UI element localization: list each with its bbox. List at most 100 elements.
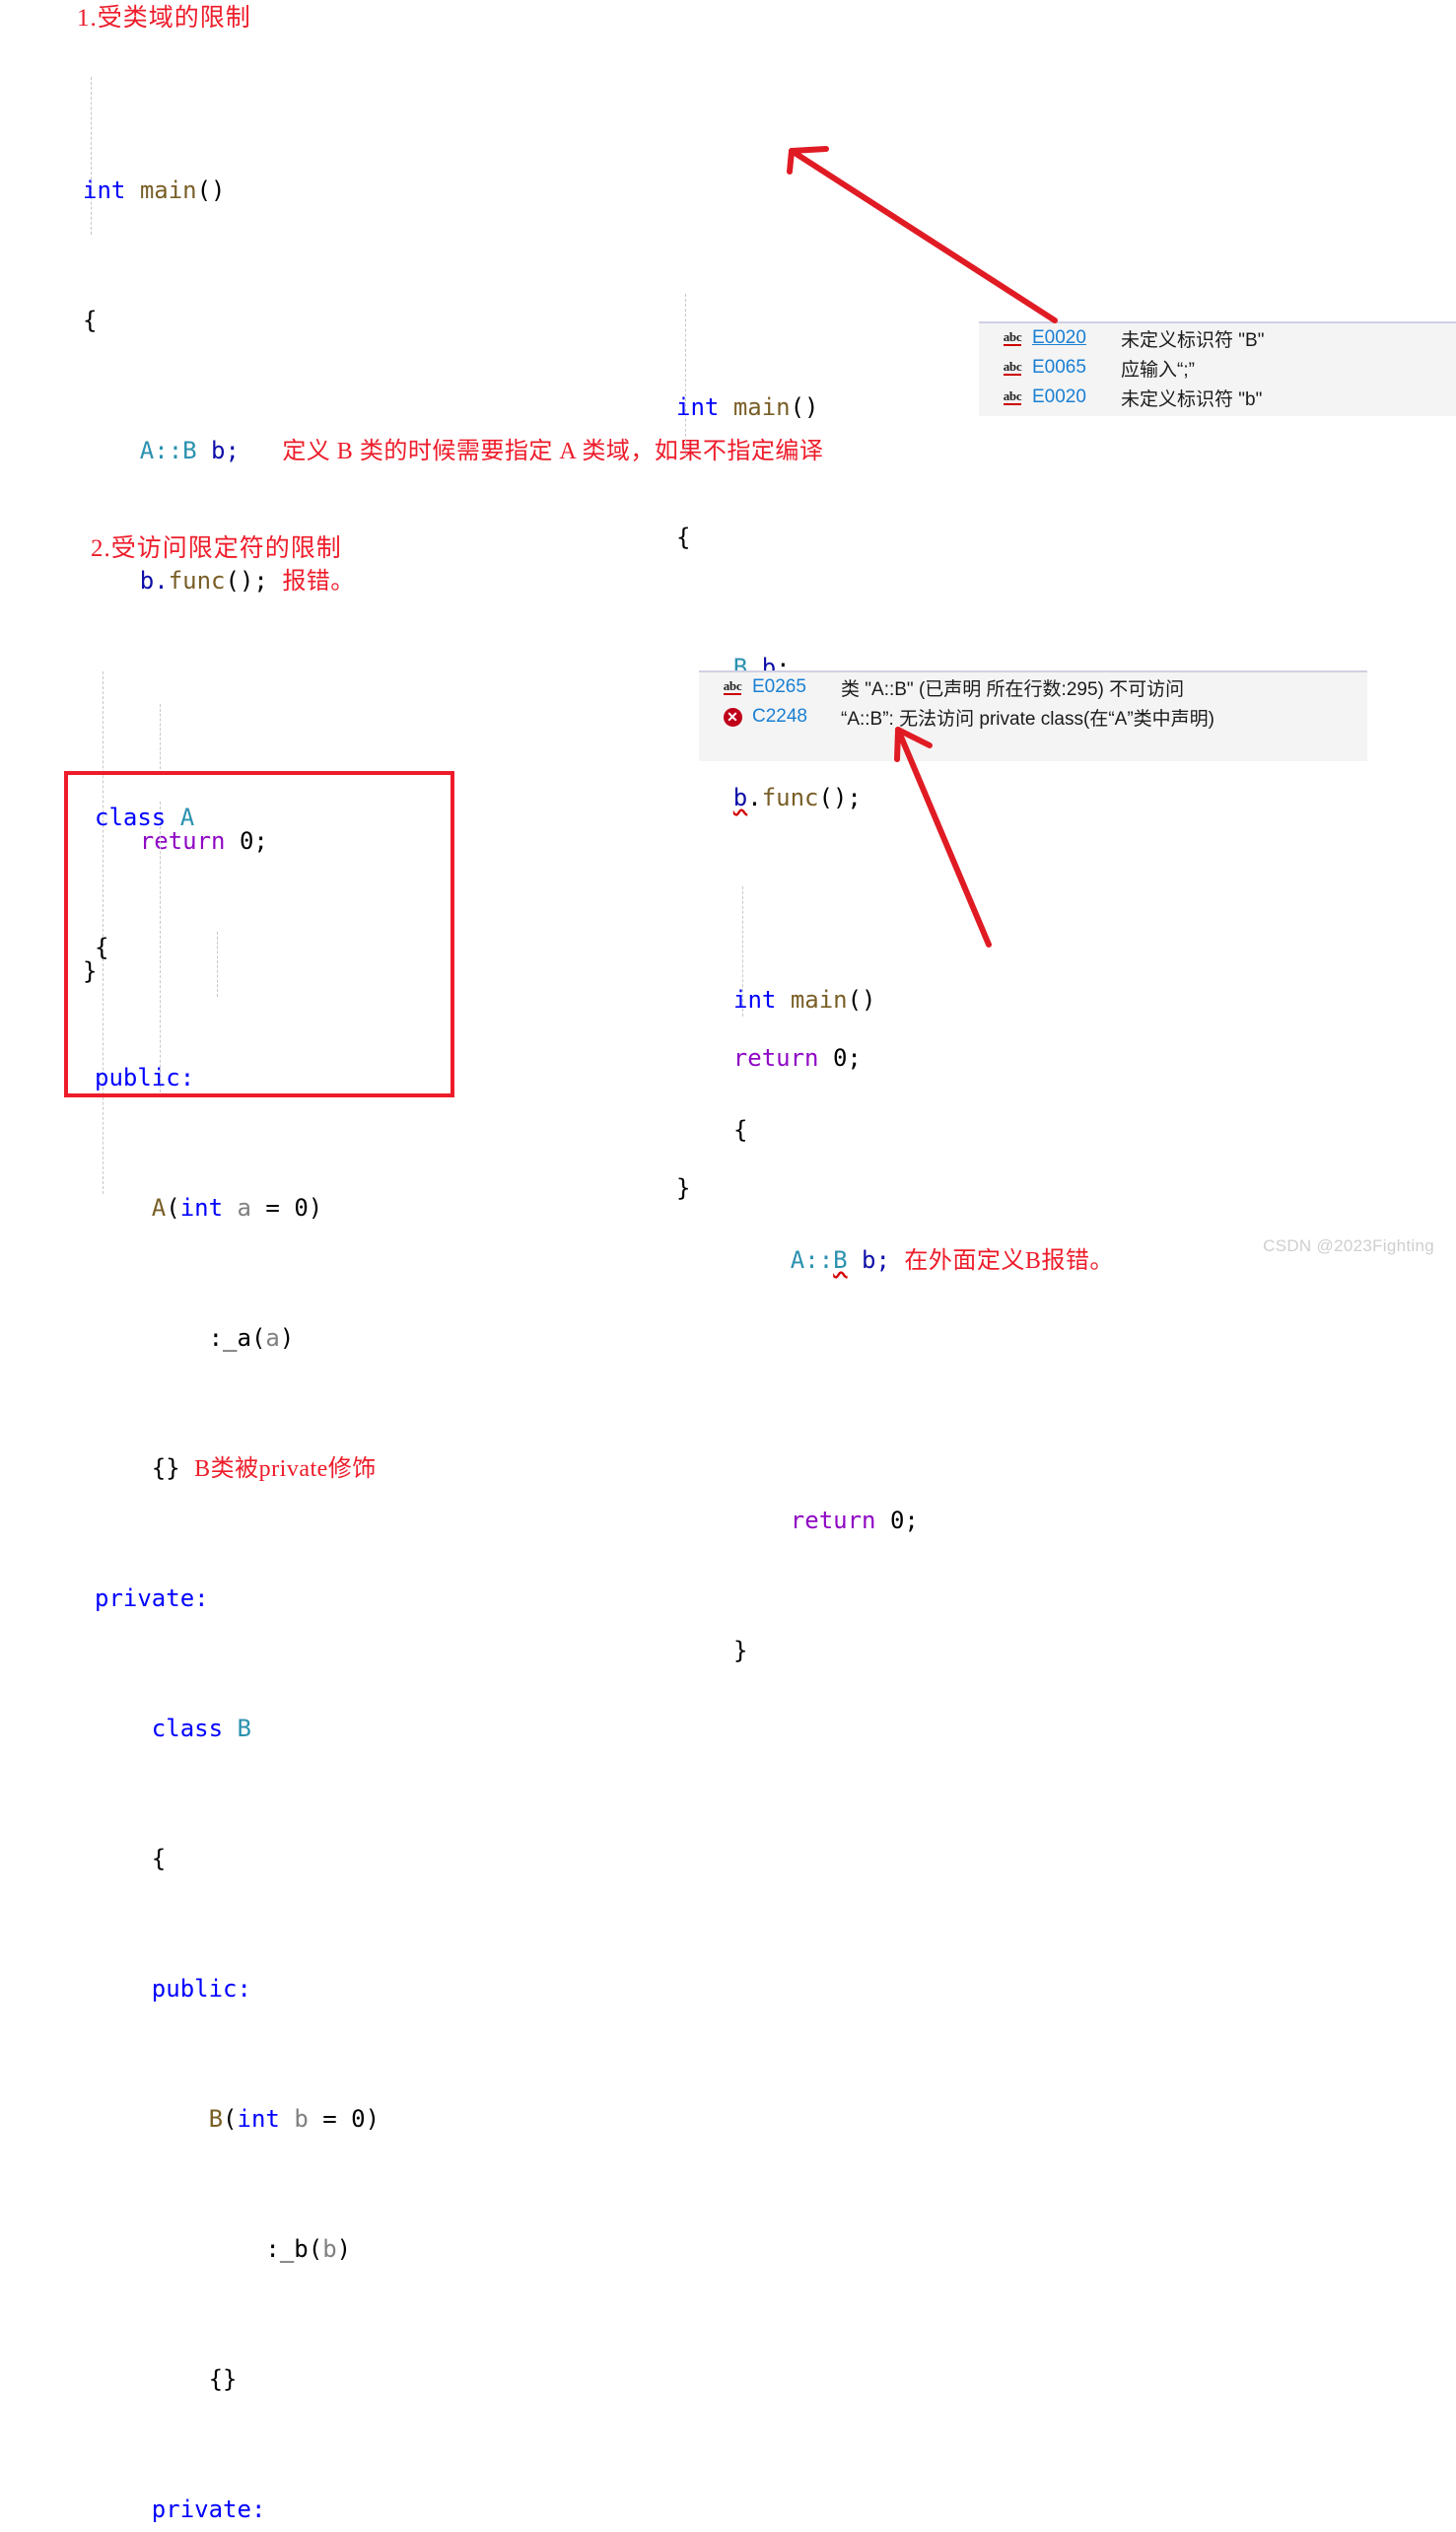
watermark: CSDN @2023Fighting: [1263, 1236, 1434, 1255]
token-brace-open: {: [95, 934, 109, 961]
error-code[interactable]: C2248: [752, 706, 841, 728]
code-line: B(int b = 0): [95, 2103, 380, 2136]
token-brace-close: }: [676, 1174, 691, 1202]
token-return: return: [790, 1507, 876, 1534]
error-code[interactable]: E0020: [1032, 327, 1121, 349]
token-func: func: [761, 784, 819, 811]
abc-icon: abc: [1003, 359, 1022, 376]
error-message: 类 "A::B" (已声明 所在行数:295) 不可访问: [841, 678, 1185, 700]
code-line: int main(): [733, 984, 1114, 1017]
token-param-b: b: [294, 2105, 309, 2133]
token-arg-b: b: [322, 2235, 337, 2263]
token-paren: (): [790, 393, 819, 421]
error-row[interactable]: abc E0265 类 "A::B" (已声明 所在行数:295) 不可访问: [699, 672, 1367, 702]
indent-guide: [91, 77, 92, 235]
token-private: private:: [151, 2496, 266, 2523]
code-line: return 0;: [733, 1505, 1114, 1537]
token-init-a: :_a(: [208, 1324, 266, 1352]
error-message: 未定义标识符 "B": [1121, 329, 1265, 351]
token-param-a: a: [237, 1194, 251, 1222]
token-int: int: [237, 2105, 280, 2133]
token-main: main: [790, 986, 848, 1014]
section-heading-2: 2.受访问限定符的限制: [91, 535, 342, 562]
error-code[interactable]: E0265: [752, 676, 841, 698]
code-line: int main(): [83, 175, 823, 207]
token-equals: =: [250, 1194, 295, 1222]
error-tooltip-undefined-identifier[interactable]: abc E0020 未定义标识符 "B" abc E0065 应输入“;” ab…: [979, 321, 1456, 416]
token-paren-close: ): [336, 2235, 352, 2263]
code-line: private:: [95, 2494, 380, 2526]
token-int: int: [733, 986, 777, 1014]
token-func-paren: ();: [818, 784, 862, 811]
error-code[interactable]: E0020: [1032, 387, 1121, 408]
token-class: class: [95, 804, 167, 831]
token-brace-close: }: [733, 1637, 748, 1664]
error-message: “A::B”: 无法访问 private class(在“A”类中声明): [841, 708, 1214, 730]
token-public: public:: [151, 1975, 251, 2003]
token-int: int: [179, 1194, 224, 1222]
code-line: {} B类被private修饰: [95, 1452, 380, 1485]
token-b-type-error: B: [833, 1246, 848, 1274]
code-line: int main(): [676, 391, 862, 424]
token-b-var: b;: [211, 437, 240, 464]
error-row[interactable]: abc E0065 应输入“;”: [979, 353, 1456, 383]
code-line: public:: [95, 1062, 380, 1094]
error-tooltip-inaccessible-class[interactable]: abc E0265 类 "A::B" (已声明 所在行数:295) 不可访问 ✕…: [699, 670, 1367, 761]
token-paren: (): [847, 986, 876, 1014]
token-public: public:: [95, 1064, 195, 1091]
code-line: {}: [95, 2363, 380, 2396]
token-brace-open: {: [151, 1845, 167, 1872]
code-line: {: [733, 1114, 1114, 1147]
token-ctor-a: A: [151, 1194, 167, 1222]
error-message: 未定义标识符 "b": [1121, 388, 1263, 410]
token-class: class: [151, 1715, 224, 1742]
token-int: int: [676, 393, 720, 421]
error-message: 应输入“;”: [1121, 359, 1195, 381]
token-private: private:: [95, 1584, 209, 1612]
token-brace-open: {: [676, 524, 691, 551]
code-line: b.func();: [676, 782, 862, 814]
abc-icon: abc: [1003, 388, 1022, 405]
indent-guide: [160, 704, 161, 769]
token-init-b: :_b(: [265, 2235, 323, 2263]
error-row[interactable]: abc E0020 未定义标识符 "b": [979, 383, 1456, 412]
error-code[interactable]: E0065: [1032, 357, 1121, 379]
code-line: private:: [95, 1582, 380, 1615]
code-line: class B: [95, 1713, 380, 1745]
token-b-var: b;: [847, 1246, 890, 1274]
token-paren-close: ): [279, 1324, 295, 1352]
code-block-outside-definition: int main() { A::B b; 在外面定义B报错。 return 0;…: [733, 854, 1114, 1700]
token-paren-open: (: [223, 2105, 238, 2133]
error-circle-icon: ✕: [713, 707, 752, 727]
token-zero: 0;: [889, 1507, 919, 1534]
code-block-class-a: class A { public: A(int a = 0) :_a(a) {}…: [95, 574, 380, 2532]
indent-guide: [685, 294, 686, 457]
token-main: main: [732, 393, 791, 421]
error-row[interactable]: ✕ C2248 “A::B”: 无法访问 private class(在“A”类…: [699, 702, 1367, 732]
code-line: :_b(b): [95, 2233, 380, 2266]
code-line: public:: [95, 1973, 380, 2005]
code-line: class A: [95, 802, 380, 834]
token-zero: 0: [294, 1194, 309, 1222]
token-ctor-b: B: [208, 2105, 224, 2133]
token-b-dot-error: b: [732, 784, 748, 811]
token-empty-body: {}: [151, 1454, 180, 1482]
token-brace-open: {: [733, 1116, 748, 1144]
token-paren-open: (: [166, 1194, 180, 1222]
annotation-b-private: B类被private修饰: [194, 1456, 377, 1482]
section-heading-1: 1.受类域的限制: [77, 5, 251, 32]
token-class-b: B: [237, 1715, 251, 1742]
token-paren-close: ): [308, 1194, 323, 1222]
token-equals: =: [308, 2105, 352, 2133]
token-brace-open: {: [83, 307, 98, 334]
token-a-scope: A::: [790, 1246, 834, 1274]
error-row[interactable]: abc E0020 未定义标识符 "B": [979, 323, 1456, 353]
token-arg-a: a: [265, 1324, 280, 1352]
code-line: :_a(a): [95, 1322, 380, 1355]
token-paren: (): [196, 176, 226, 204]
abc-icon: abc: [1003, 329, 1022, 346]
token-dot: .: [747, 784, 762, 811]
token-paren-close: ): [365, 2105, 381, 2133]
code-line: A::B b; 在外面定义B报错。: [733, 1244, 1114, 1277]
